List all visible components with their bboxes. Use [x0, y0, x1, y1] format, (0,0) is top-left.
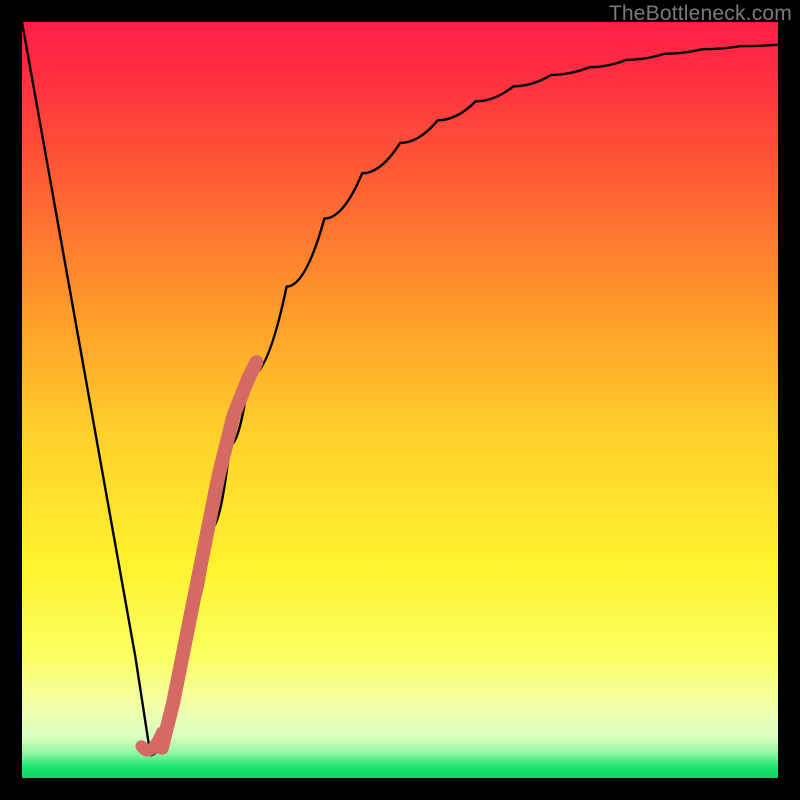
chart-frame: TheBottleneck.com [0, 0, 800, 800]
chart-svg [22, 22, 778, 778]
chart-plot-area [22, 22, 778, 778]
watermark-text: TheBottleneck.com [609, 2, 792, 26]
